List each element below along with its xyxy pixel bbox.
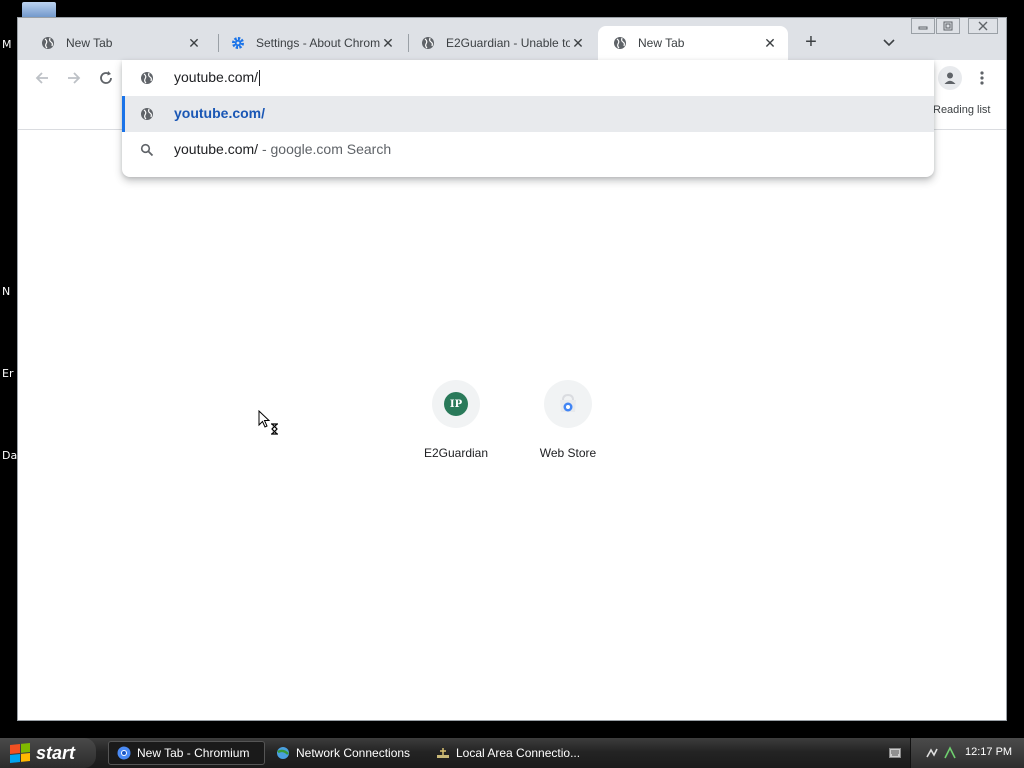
reload-button[interactable] — [96, 68, 116, 88]
close-window-button[interactable] — [968, 18, 998, 34]
new-tab-button[interactable]: + — [800, 32, 822, 54]
omnibox-dropdown: youtube.com/ youtube.com/ youtube.com/ -… — [122, 60, 934, 177]
profile-button[interactable] — [938, 66, 962, 90]
suggestion-text: youtube.com/ - google.com Search — [174, 141, 392, 157]
browser-window: New Tab ✕ Settings - About Chromium ✕ E2… — [17, 17, 1007, 721]
tab-new-tab-active[interactable]: New Tab ✕ — [598, 26, 788, 60]
chevron-down-icon — [883, 39, 895, 47]
clock[interactable]: 12:17 PM — [965, 746, 1012, 758]
suggestion-subtext: - google.com Search — [258, 141, 392, 157]
tab-new-tab-1[interactable]: New Tab ✕ — [26, 26, 212, 60]
search-icon — [140, 143, 154, 157]
gear-icon — [230, 35, 246, 51]
ip-badge-icon: IP — [444, 392, 468, 416]
globe-icon — [420, 35, 436, 51]
globe-icon — [141, 72, 153, 84]
desktop-label[interactable]: Da — [2, 449, 17, 462]
taskbar-item-chromium[interactable]: New Tab - Chromium — [108, 741, 265, 765]
start-label: start — [36, 742, 76, 763]
person-icon — [944, 72, 956, 84]
shortcut-icon-circle: IP — [432, 380, 480, 428]
network-activity-icon[interactable] — [943, 746, 957, 760]
close-icon — [978, 21, 988, 31]
web-store-icon — [560, 394, 576, 412]
arrow-left-icon — [35, 72, 48, 84]
suggestion-text: youtube.com/ — [174, 105, 266, 121]
shortcut-label: Web Store — [539, 446, 597, 460]
shortcut-web-store[interactable]: Web Store — [523, 380, 613, 460]
close-icon[interactable]: ✕ — [570, 35, 586, 51]
taskbar-item-label: Network Connections — [296, 746, 411, 760]
kebab-menu-icon — [980, 71, 984, 85]
forward-button[interactable] — [64, 68, 84, 88]
globe-icon — [612, 35, 628, 51]
new-tab-page: IP E2Guardian Web Store — [18, 130, 1006, 720]
back-button[interactable] — [32, 68, 52, 88]
tab-search-button[interactable] — [878, 32, 900, 54]
shortcut-icon-circle — [544, 380, 592, 428]
shortcut-e2guardian[interactable]: IP E2Guardian — [411, 380, 501, 460]
suggestion-url[interactable]: youtube.com/ — [122, 96, 934, 132]
network-tray-icon[interactable] — [925, 746, 939, 760]
omnibox-text[interactable]: youtube.com/ — [174, 69, 261, 87]
desktop-label[interactable]: M — [2, 38, 12, 51]
suggestion-search[interactable]: youtube.com/ - google.com Search — [122, 132, 934, 168]
selection-indicator — [122, 96, 125, 132]
tab-title: E2Guardian - Unable to load — [446, 36, 570, 50]
lan-icon — [437, 748, 449, 758]
start-button[interactable]: start — [0, 738, 96, 768]
maximize-button[interactable] — [936, 18, 960, 34]
taskbar-item-network-connections[interactable]: Network Connections — [268, 741, 420, 765]
network-icon — [277, 747, 289, 759]
desktop-label[interactable]: N — [2, 285, 10, 298]
desktop-label[interactable]: Er — [2, 367, 13, 380]
minimize-icon — [918, 26, 928, 30]
tab-strip: New Tab ✕ Settings - About Chromium ✕ E2… — [18, 18, 1006, 60]
close-icon[interactable]: ✕ — [380, 35, 396, 51]
tab-title: New Tab — [638, 36, 685, 50]
restore-icon — [943, 21, 953, 31]
windows-logo-icon — [10, 742, 30, 764]
taskbar-item-local-area-connection[interactable]: Local Area Connectio... — [428, 741, 585, 765]
taskbar-item-label: Local Area Connectio... — [456, 746, 581, 760]
text-caret — [259, 70, 261, 87]
arrow-right-icon — [68, 72, 81, 84]
desktop-computer-icon[interactable] — [22, 2, 56, 18]
reading-list-button[interactable]: Reading list — [933, 104, 990, 116]
close-icon[interactable]: ✕ — [762, 35, 778, 51]
busy-cursor-icon — [258, 410, 278, 435]
keyboard-icon[interactable] — [889, 748, 901, 758]
tab-title: Settings - About Chromium — [256, 36, 380, 50]
tab-e2guardian[interactable]: E2Guardian - Unable to load ✕ — [406, 26, 596, 60]
tab-settings[interactable]: Settings - About Chromium ✕ — [216, 26, 406, 60]
menu-button[interactable] — [974, 68, 990, 88]
close-icon[interactable]: ✕ — [186, 35, 202, 51]
chromium-icon — [117, 746, 131, 760]
minimize-button[interactable] — [911, 18, 935, 34]
globe-icon — [141, 108, 153, 120]
taskbar-item-label: New Tab - Chromium — [137, 746, 250, 760]
taskbar: start New Tab - Chromium Network Connect… — [0, 738, 1024, 768]
omnibox-input[interactable]: youtube.com/ — [122, 60, 934, 96]
globe-icon — [40, 35, 56, 51]
shortcut-label: E2Guardian — [423, 446, 489, 460]
reload-icon — [100, 71, 112, 84]
tab-title: New Tab — [66, 36, 113, 50]
